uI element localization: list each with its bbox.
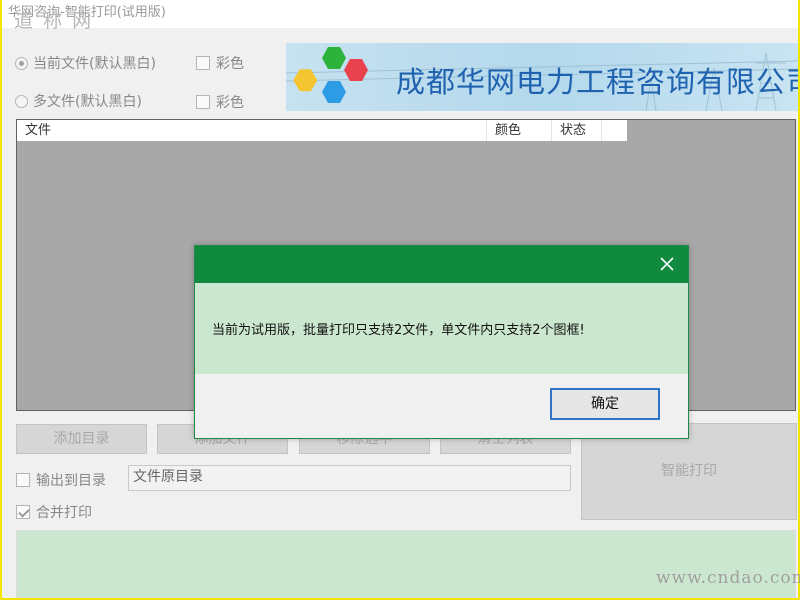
radio-multi-file[interactable]: 多文件(默认黑白) — [15, 91, 142, 111]
company-banner: 成都华网电力工程咨询有限公司 — [286, 43, 798, 111]
checkbox-icon — [196, 56, 210, 70]
checkbox-icon — [196, 95, 210, 109]
column-header-file[interactable]: 文件 — [17, 120, 487, 141]
radio-dot-icon — [15, 94, 28, 108]
checkbox-color-current-label: 彩色 — [216, 56, 244, 72]
watermark-top: 道 称 网 — [14, 10, 94, 32]
column-header-status[interactable]: 状态 — [552, 120, 602, 141]
checkbox-icon — [16, 473, 30, 487]
dialog-message: 当前为试用版，批量打印只支持2文件，单文件内只支持2个图框! — [212, 323, 585, 338]
ok-button[interactable]: 确定 — [550, 388, 660, 420]
company-logo-icon — [293, 47, 368, 103]
dialog-body: 当前为试用版，批量打印只支持2文件，单文件内只支持2个图框! — [195, 283, 688, 374]
company-name: 成都华网电力工程咨询有限公司 — [396, 65, 798, 99]
radio-current-file[interactable]: 当前文件(默认黑白) — [15, 53, 156, 73]
checkbox-checked-icon — [16, 505, 30, 519]
file-list-header: 文件 颜色 状态 — [17, 120, 627, 141]
close-icon[interactable] — [658, 255, 676, 273]
watermark-bottom: www.cndao.com — [656, 568, 800, 588]
radio-multi-file-label: 多文件(默认黑白) — [33, 94, 142, 110]
checkbox-color-current[interactable]: 彩色 — [196, 53, 244, 73]
checkbox-color-multi-label: 彩色 — [216, 95, 244, 111]
radio-dot-icon — [15, 56, 28, 70]
radio-current-file-label: 当前文件(默认黑白) — [33, 56, 156, 72]
checkbox-color-multi[interactable]: 彩色 — [196, 92, 244, 112]
column-header-color[interactable]: 颜色 — [487, 120, 552, 141]
title-bar: 华网咨询-智能打印(试用版) — [2, 0, 798, 28]
checkbox-merge-print[interactable]: 合并打印 — [16, 502, 92, 522]
dialog-title-bar — [195, 246, 688, 283]
output-path-input[interactable]: 文件原目录 — [128, 465, 571, 491]
add-dir-button[interactable]: 添加目录 — [16, 424, 147, 454]
checkbox-output-dir[interactable]: 输出到目录 — [16, 470, 106, 490]
trial-limit-dialog: 当前为试用版，批量打印只支持2文件，单文件内只支持2个图框! 确定 — [194, 245, 689, 439]
column-header-blank — [602, 120, 627, 141]
checkbox-merge-print-label: 合并打印 — [36, 505, 92, 521]
checkbox-output-dir-label: 输出到目录 — [36, 473, 106, 489]
